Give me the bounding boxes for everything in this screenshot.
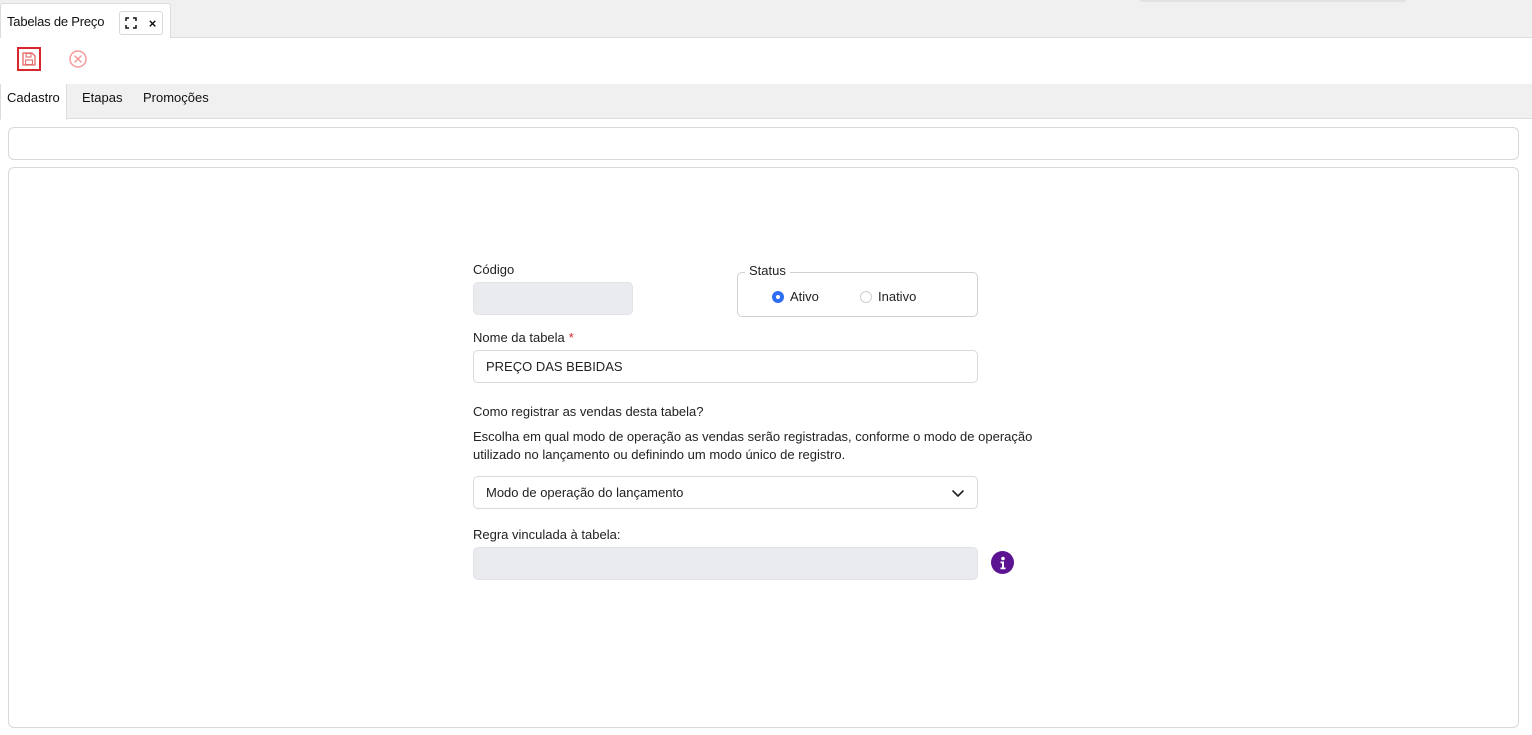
modo-description-line-1: Escolha em qual modo de operação as vend…: [473, 429, 1033, 444]
form-tabs: Cadastro Etapas Promoções: [0, 84, 1532, 120]
window-tab-tabelas-de-preco[interactable]: Tabelas de Preço ×: [0, 3, 171, 39]
circle-x-icon: [69, 50, 87, 68]
required-mark: *: [568, 330, 574, 345]
chevron-down-icon: [951, 486, 965, 505]
close-tab-button[interactable]: ×: [142, 12, 163, 34]
nome-tabela-input[interactable]: PREÇO DAS BEBIDAS: [473, 350, 978, 383]
regra-label: Regra vinculada à tabela:: [473, 527, 621, 542]
modo-operacao-value: Modo de operação do lançamento: [486, 485, 684, 500]
cancel-button[interactable]: [66, 47, 90, 71]
tab-etapas[interactable]: Etapas: [76, 84, 128, 119]
nome-tabela-label: Nome da tabela *: [473, 330, 574, 345]
modo-question: Como registrar as vendas desta tabela?: [473, 404, 704, 419]
modo-operacao-select[interactable]: Modo de operação do lançamento: [473, 476, 978, 509]
floppy-disk-icon: [22, 52, 36, 66]
top-panel: [8, 127, 1519, 160]
radio-checked-icon: [772, 290, 784, 303]
modo-description: Escolha em qual modo de operação as vend…: [473, 428, 1113, 464]
radio-label-ativo: Ativo: [790, 289, 819, 304]
status-legend: Status: [745, 263, 790, 278]
save-button[interactable]: [17, 47, 41, 71]
tab-promocoes[interactable]: Promoções: [137, 84, 215, 119]
window-tab-title: Tabelas de Preço: [7, 14, 105, 29]
radio-unchecked-icon: [860, 290, 872, 303]
radio-label-inativo: Inativo: [878, 289, 917, 304]
codigo-field[interactable]: [473, 282, 633, 315]
toolbar: [0, 38, 1532, 84]
modo-description-line-2: utilizado no lançamento ou definindo um …: [473, 447, 846, 462]
regra-field[interactable]: [473, 547, 978, 580]
codigo-label: Código: [473, 262, 515, 277]
status-radio-ativo[interactable]: Ativo: [772, 289, 819, 304]
status-radio-inativo[interactable]: Inativo: [860, 289, 916, 304]
window-tab-bar: Tabelas de Preço ×: [0, 0, 1532, 39]
nome-tabela-label-text: Nome da tabela: [473, 330, 565, 345]
tab-controls: ×: [119, 11, 163, 35]
expand-icon[interactable]: [120, 12, 141, 34]
info-icon[interactable]: [991, 551, 1014, 574]
tab-bar-shadow: [1140, 0, 1406, 2]
tab-cadastro[interactable]: Cadastro: [0, 84, 67, 120]
